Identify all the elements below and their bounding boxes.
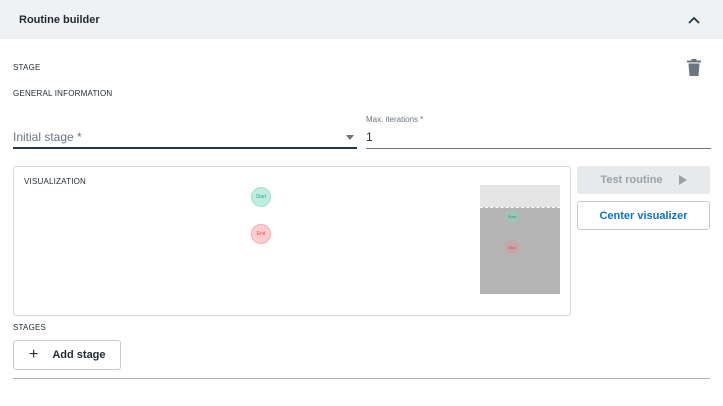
visualization-title: VISUALIZATION	[24, 177, 87, 186]
minimap[interactable]: Start End	[480, 185, 560, 294]
max-iterations-value: 1	[366, 130, 373, 144]
trash-icon[interactable]	[687, 59, 701, 76]
divider	[13, 378, 710, 379]
center-visualizer-label: Center visualizer	[599, 209, 688, 222]
header-title: Routine builder	[19, 13, 100, 26]
max-iterations-label: Max. iterations *	[366, 115, 424, 124]
general-information-label: GENERAL INFORMATION	[13, 89, 113, 98]
test-routine-button[interactable]: Test routine	[577, 166, 710, 194]
initial-stage-placeholder: Initial stage *	[13, 130, 82, 144]
add-stage-button[interactable]: + Add stage	[13, 340, 121, 370]
initial-stage-select[interactable]: Initial stage *	[13, 125, 357, 149]
end-node[interactable]: End	[251, 224, 271, 244]
max-iterations-input[interactable]: 1	[366, 125, 711, 149]
chevron-up-icon[interactable]	[687, 13, 701, 27]
play-icon	[678, 175, 687, 185]
test-routine-label: Test routine	[600, 174, 663, 186]
minimap-start-node: Start	[505, 209, 519, 223]
minimap-end-node: End	[505, 240, 519, 254]
dropdown-arrow-icon	[346, 135, 354, 140]
stage-section-label: STAGE	[13, 63, 41, 72]
visualization-panel[interactable]: VISUALIZATION Start End Start End	[13, 166, 571, 316]
minimap-viewport[interactable]	[480, 207, 560, 294]
routine-builder-header[interactable]: Routine builder	[0, 0, 723, 39]
plus-icon: +	[29, 346, 39, 363]
add-stage-label: Add stage	[52, 349, 106, 361]
stages-label: STAGES	[13, 323, 47, 332]
center-visualizer-button[interactable]: Center visualizer	[577, 201, 710, 230]
start-node[interactable]: Start	[251, 187, 271, 207]
